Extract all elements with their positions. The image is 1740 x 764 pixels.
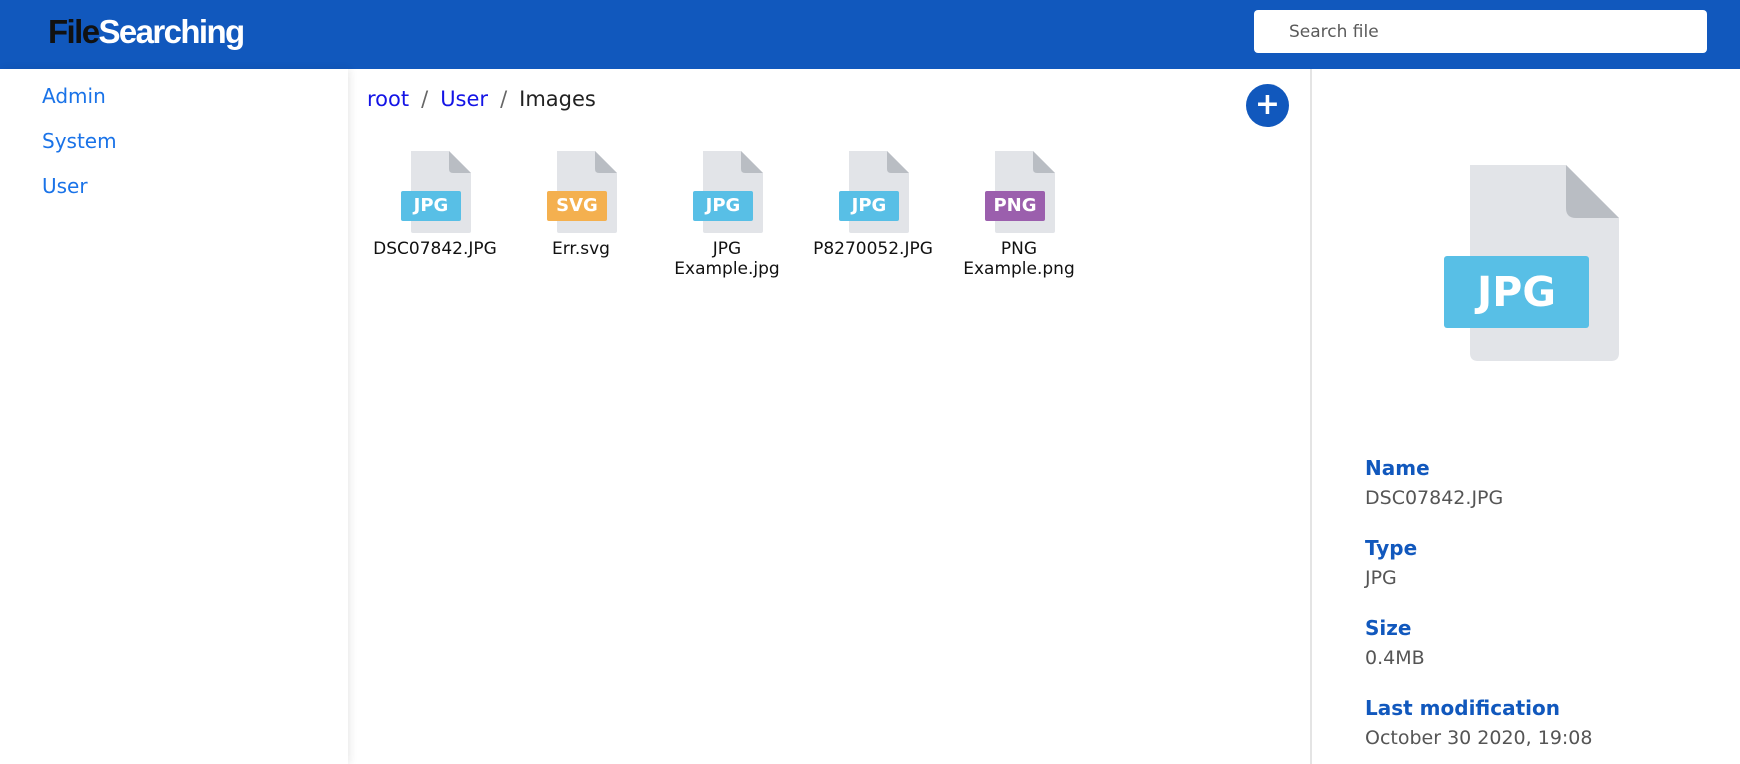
file-name: P8270052.JPG	[803, 239, 943, 259]
file-item[interactable]: JPG JPG Example.jpg	[657, 151, 797, 279]
top-bar: FileSearching	[0, 0, 1740, 69]
last-modification-value: October 30 2020, 19:08	[1365, 727, 1593, 749]
name-label: Name	[1365, 456, 1430, 480]
file-type-badge: SVG	[547, 191, 607, 221]
app-logo[interactable]: FileSearching	[48, 12, 245, 52]
size-value: 0.4MB	[1365, 647, 1425, 669]
file-item[interactable]: JPG P8270052.JPG	[803, 151, 943, 259]
plus-icon: +	[1254, 87, 1281, 122]
last-modification-label: Last modification	[1365, 696, 1560, 720]
file-name-line: Example.png	[963, 259, 1075, 279]
sidebar: Admin System User	[0, 69, 348, 764]
file-icon: JPG	[691, 151, 763, 233]
file-name: PNG Example.png	[949, 239, 1089, 279]
file-type-badge: JPG	[839, 191, 899, 221]
file-item[interactable]: PNG PNG Example.png	[949, 151, 1089, 279]
breadcrumb-current: Images	[519, 87, 596, 111]
logo-text-file: File	[48, 13, 100, 50]
file-browser: root / User / Images + JPG DSC07842.JPG SVG …	[348, 69, 1310, 764]
breadcrumb-root[interactable]: root	[367, 87, 409, 111]
type-label: Type	[1365, 536, 1418, 560]
file-preview-badge: JPG	[1444, 256, 1589, 328]
file-icon: PNG	[983, 151, 1055, 233]
file-preview-icon: JPG	[1444, 165, 1619, 361]
file-name: JPG Example.jpg	[657, 239, 797, 279]
name-value: DSC07842.JPG	[1365, 487, 1504, 509]
file-icon: SVG	[545, 151, 617, 233]
file-type-badge: JPG	[693, 191, 753, 221]
file-type-badge: PNG	[985, 191, 1045, 221]
file-details-panel: JPG Name DSC07842.JPG Type JPG Size 0.4M…	[1310, 69, 1740, 764]
file-name-line: P8270052.JPG	[813, 239, 933, 259]
breadcrumb-user[interactable]: User	[440, 87, 488, 111]
file-name: DSC07842.JPG	[365, 239, 505, 259]
file-icon: JPG	[837, 151, 909, 233]
file-item[interactable]: SVG Err.svg	[511, 151, 651, 259]
size-label: Size	[1365, 616, 1412, 640]
sidebar-item-system[interactable]: System	[42, 128, 117, 154]
file-icon: JPG	[399, 151, 471, 233]
logo-text-searching: Searching	[98, 13, 245, 50]
breadcrumb-separator: /	[421, 87, 429, 111]
file-type-badge: JPG	[401, 191, 461, 221]
file-item[interactable]: JPG DSC07842.JPG	[365, 151, 505, 259]
type-value: JPG	[1365, 567, 1397, 589]
file-name-line: DSC07842.JPG	[373, 239, 497, 259]
sidebar-item-admin[interactable]: Admin	[42, 83, 106, 109]
sidebar-item-user[interactable]: User	[42, 173, 88, 199]
file-name-line: Err.svg	[552, 239, 610, 259]
search-input[interactable]	[1254, 10, 1707, 53]
file-name-line: Example.jpg	[674, 259, 780, 279]
file-name-line: JPG	[712, 239, 742, 259]
file-name: Err.svg	[511, 239, 651, 259]
breadcrumb-separator: /	[500, 87, 508, 111]
breadcrumb: root / User / Images	[367, 85, 596, 113]
file-name-line: PNG	[1000, 239, 1038, 259]
add-button[interactable]: +	[1246, 84, 1289, 127]
